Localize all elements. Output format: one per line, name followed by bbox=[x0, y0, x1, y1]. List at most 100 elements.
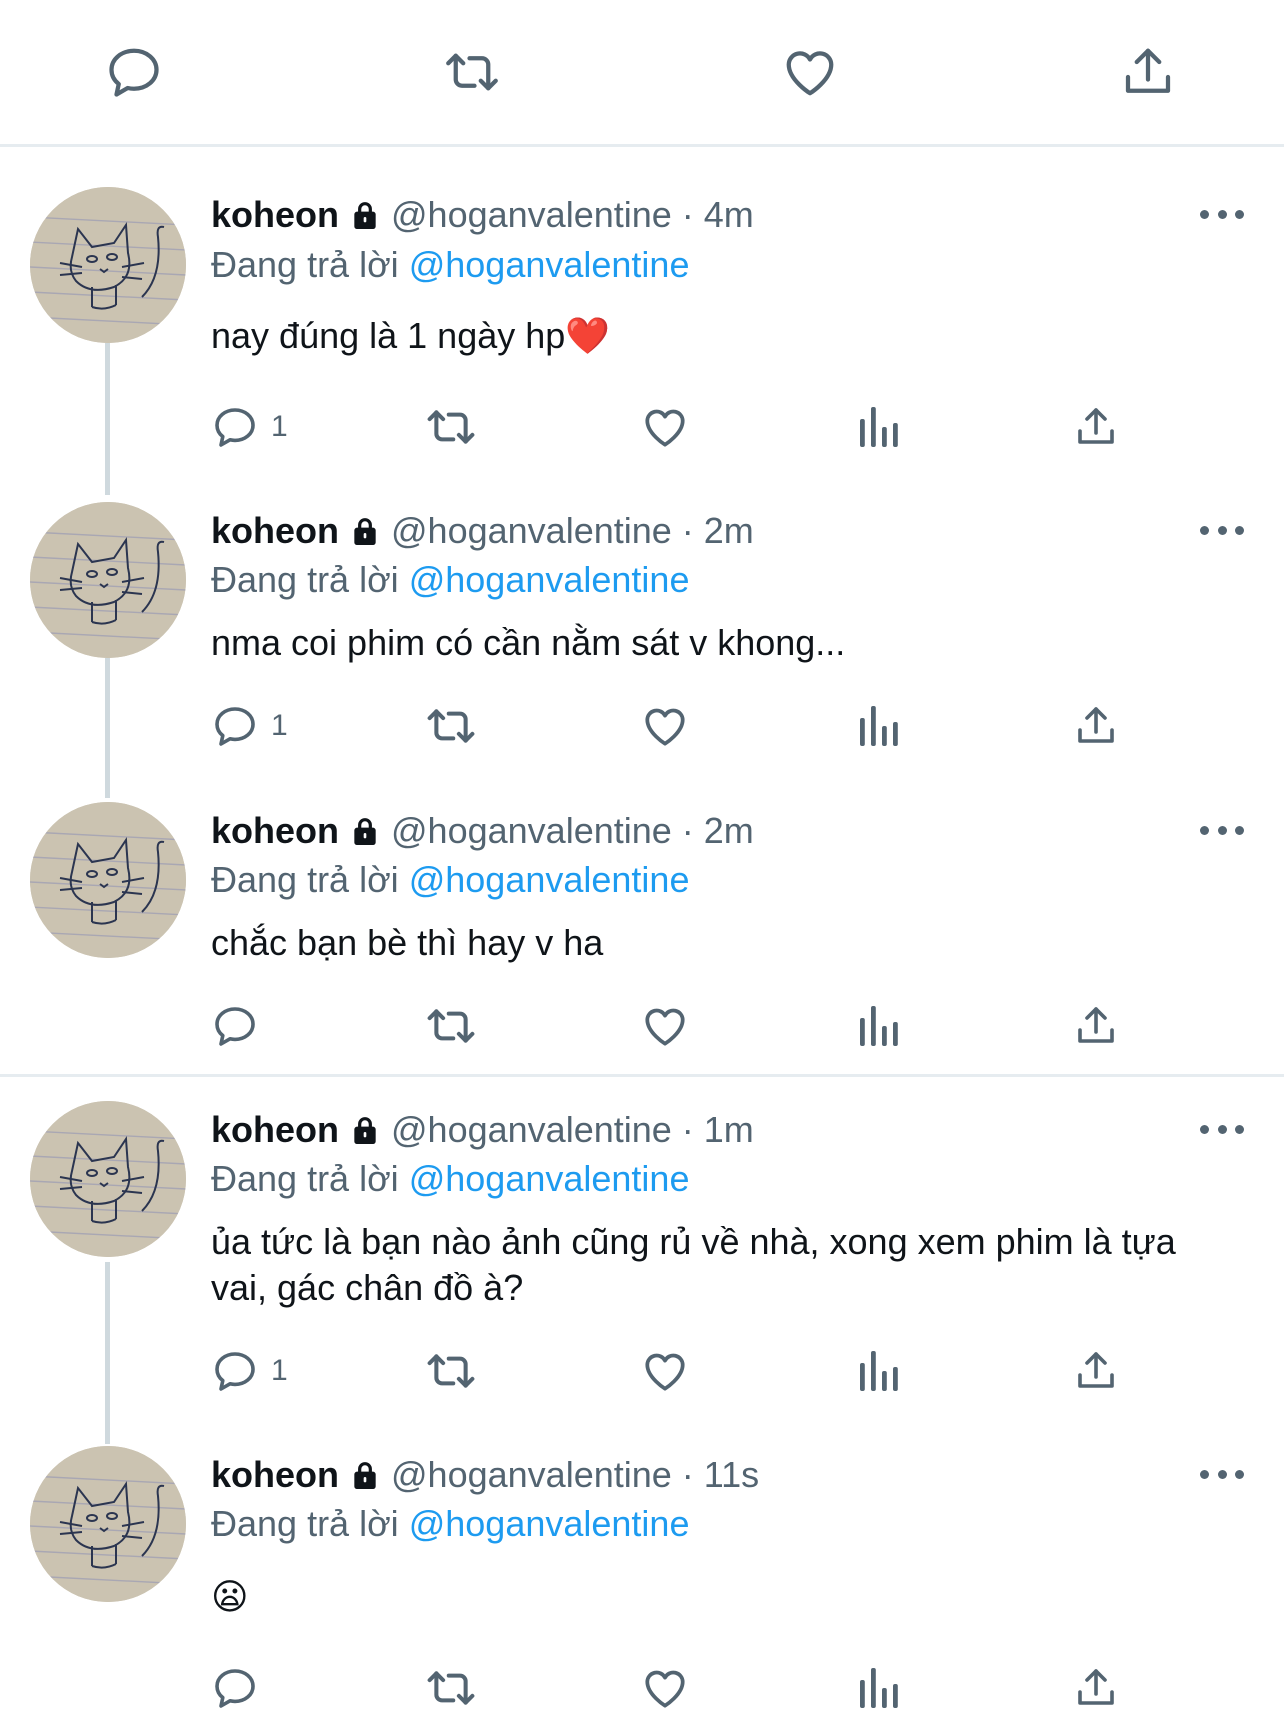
retweet-icon bbox=[427, 1671, 475, 1705]
like-icon bbox=[645, 1353, 685, 1391]
retweet-button[interactable] bbox=[424, 1343, 478, 1399]
views-button[interactable] bbox=[856, 998, 900, 1054]
section-divider bbox=[0, 1074, 1284, 1077]
reply-icon bbox=[215, 707, 255, 746]
replying-to-mention[interactable]: @hoganvalentine bbox=[409, 559, 690, 600]
reply-button[interactable] bbox=[211, 1660, 271, 1716]
views-button[interactable] bbox=[856, 1660, 900, 1716]
views-icon bbox=[860, 1006, 898, 1046]
views-icon bbox=[860, 1668, 898, 1708]
like-icon bbox=[645, 1008, 685, 1046]
like-button[interactable] bbox=[640, 1660, 690, 1716]
share-button[interactable] bbox=[1072, 1660, 1120, 1716]
like-button[interactable] bbox=[640, 998, 690, 1054]
views-icon bbox=[860, 706, 898, 746]
retweet-button[interactable] bbox=[424, 399, 478, 455]
tweet-actions: 1 bbox=[211, 1343, 1131, 1399]
tweet-header: koheon @hoganvalentine · 11s bbox=[211, 1453, 759, 1497]
avatar[interactable] bbox=[30, 1446, 186, 1602]
reply-icon bbox=[215, 1669, 255, 1708]
tweet-header: koheon @hoganvalentine · 4m bbox=[211, 193, 754, 237]
avatar[interactable] bbox=[30, 1101, 186, 1257]
more-options-icon[interactable] bbox=[1200, 820, 1244, 840]
parent-tweet-actions bbox=[0, 0, 1284, 147]
replying-to-mention[interactable]: @hoganvalentine bbox=[409, 1503, 690, 1544]
share-icon bbox=[1078, 1669, 1114, 1705]
like-button[interactable] bbox=[640, 698, 690, 754]
tweet-text: ủa tức là bạn nào ảnh cũng rủ về nhà, xo… bbox=[211, 1221, 1176, 1308]
reply-button[interactable]: 1 bbox=[211, 698, 288, 754]
like-icon bbox=[645, 708, 685, 746]
reply-icon[interactable] bbox=[104, 42, 164, 102]
more-options-icon[interactable] bbox=[1200, 1119, 1244, 1139]
reply-icon bbox=[215, 1007, 255, 1046]
tweet-header: koheon @hoganvalentine · 1m bbox=[211, 1108, 754, 1152]
reply-button[interactable] bbox=[211, 998, 271, 1054]
replying-to-label: Đang trả lời bbox=[211, 1158, 399, 1199]
replying-to-mention[interactable]: @hoganvalentine bbox=[409, 1158, 690, 1199]
avatar[interactable] bbox=[30, 187, 186, 343]
handle-and-time: @hoganvalentine · 11s bbox=[391, 1454, 760, 1495]
lock-icon bbox=[349, 1114, 381, 1146]
retweet-button[interactable] bbox=[424, 698, 478, 754]
retweet-icon bbox=[427, 1354, 475, 1388]
retweet-button[interactable] bbox=[424, 1660, 478, 1716]
reply-count: 1 bbox=[271, 410, 288, 443]
tweet-text: nay đúng là 1 ngày hp❤️ bbox=[211, 315, 611, 356]
tweet-text: chắc bạn bè thì hay v ha bbox=[211, 922, 604, 963]
share-button[interactable] bbox=[1072, 698, 1120, 754]
retweet-icon bbox=[427, 410, 475, 444]
reply-icon bbox=[215, 1352, 255, 1391]
avatar[interactable] bbox=[30, 502, 186, 658]
lock-icon bbox=[349, 199, 381, 231]
share-icon bbox=[1078, 408, 1114, 444]
reply-count: 1 bbox=[271, 709, 288, 742]
avatar[interactable] bbox=[30, 802, 186, 958]
display-name[interactable]: koheon bbox=[211, 1453, 339, 1497]
more-options-icon[interactable] bbox=[1200, 204, 1244, 224]
retweet-icon bbox=[427, 1009, 475, 1043]
display-name[interactable]: koheon bbox=[211, 809, 339, 853]
replying-to: Đang trả lời @hoganvalentine bbox=[211, 558, 689, 602]
views-icon bbox=[860, 1351, 898, 1391]
retweet-button[interactable] bbox=[424, 998, 478, 1054]
reply-button[interactable]: 1 bbox=[211, 399, 288, 455]
tweet-text: nma coi phim có cần nằm sát v khong... bbox=[211, 622, 846, 663]
replying-to-mention[interactable]: @hoganvalentine bbox=[409, 859, 690, 900]
replying-to-mention[interactable]: @hoganvalentine bbox=[409, 244, 690, 285]
views-button[interactable] bbox=[856, 1343, 900, 1399]
share-button[interactable] bbox=[1072, 1343, 1120, 1399]
handle-and-time: @hoganvalentine · 2m bbox=[391, 810, 754, 851]
replying-to-label: Đang trả lời bbox=[211, 859, 399, 900]
retweet-icon bbox=[427, 709, 475, 743]
tweet-actions: 1 bbox=[211, 399, 1131, 455]
replying-to-label: Đang trả lời bbox=[211, 244, 399, 285]
like-icon[interactable] bbox=[780, 42, 840, 102]
more-options-icon[interactable] bbox=[1200, 1464, 1244, 1484]
replying-to-label: Đang trả lời bbox=[211, 1503, 399, 1544]
like-button[interactable] bbox=[640, 1343, 690, 1399]
views-button[interactable] bbox=[856, 698, 900, 754]
lock-icon bbox=[349, 1459, 381, 1491]
display-name[interactable]: koheon bbox=[211, 1108, 339, 1152]
more-options-icon[interactable] bbox=[1200, 520, 1244, 540]
retweet-icon[interactable] bbox=[442, 42, 502, 102]
thread-line bbox=[105, 1262, 110, 1444]
share-icon[interactable] bbox=[1118, 42, 1178, 102]
share-button[interactable] bbox=[1072, 399, 1120, 455]
lock-icon bbox=[349, 815, 381, 847]
views-button[interactable] bbox=[856, 399, 900, 455]
display-name[interactable]: koheon bbox=[211, 193, 339, 237]
like-icon bbox=[645, 409, 685, 447]
share-button[interactable] bbox=[1072, 998, 1120, 1054]
reply-button[interactable]: 1 bbox=[211, 1343, 288, 1399]
display-name[interactable]: koheon bbox=[211, 509, 339, 553]
tweet-header: koheon @hoganvalentine · 2m bbox=[211, 509, 754, 553]
replying-to: Đang trả lời @hoganvalentine bbox=[211, 243, 689, 287]
replying-to-label: Đang trả lời bbox=[211, 559, 399, 600]
tweet-header: koheon @hoganvalentine · 2m bbox=[211, 809, 754, 853]
like-icon bbox=[645, 1670, 685, 1708]
like-button[interactable] bbox=[640, 399, 690, 455]
share-icon bbox=[1078, 707, 1114, 743]
tweet-actions: 1 bbox=[211, 698, 1131, 754]
